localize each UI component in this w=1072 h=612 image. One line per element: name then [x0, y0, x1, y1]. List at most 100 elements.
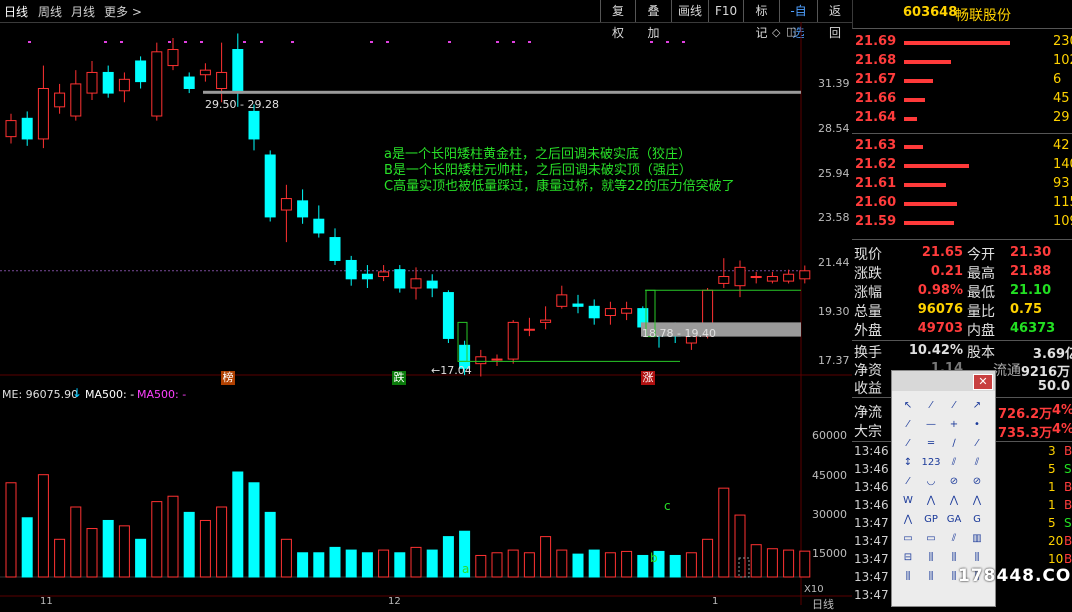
volume-bar — [37, 474, 49, 578]
volume-bar — [540, 536, 552, 578]
ask-row[interactable]: 21.67 6 — [852, 72, 1072, 91]
kline-chart[interactable] — [0, 22, 852, 605]
overlay-button[interactable]: 叠加 — [635, 0, 671, 40]
drawing-tool-button[interactable]: ⁄ — [898, 435, 918, 453]
ask-volume: 45 — [1053, 91, 1070, 106]
bid-price: 21.59 — [855, 214, 897, 229]
bid-row[interactable]: 21.59 109 — [852, 214, 1072, 233]
volume-bar — [604, 552, 616, 578]
drawing-tool-button[interactable]: ⫼ — [944, 549, 964, 567]
drawing-tool-button[interactable]: ↖ — [898, 397, 918, 415]
drawing-tool-button[interactable]: ↕ — [898, 454, 918, 472]
period-tab-week[interactable]: 周线 — [38, 3, 62, 20]
mark-button[interactable]: 标记 — [743, 0, 779, 40]
drawing-tool-button[interactable]: ═ — [921, 435, 941, 453]
price-tick-label: 21.44 — [818, 256, 850, 269]
marker-dot — [260, 41, 263, 43]
close-icon[interactable]: ✕ — [973, 374, 993, 390]
volume-bar — [297, 552, 309, 578]
earnings-label: 收益 — [854, 381, 882, 397]
period-tab-day[interactable]: 日线 — [4, 3, 28, 20]
drawing-tool-button[interactable]: + — [944, 416, 964, 434]
bid-row[interactable]: 21.62 140 — [852, 157, 1072, 176]
drawing-tool-button[interactable]: ⫼ — [967, 549, 987, 567]
drawing-tool-button[interactable]: ▭ — [921, 530, 941, 548]
open-value: 21.30 — [1010, 245, 1052, 260]
ask-row[interactable]: 21.68 102 — [852, 53, 1072, 72]
tick-side: B — [1064, 480, 1072, 494]
drawing-tool-button[interactable]: ⋀ — [898, 511, 918, 529]
f10-button[interactable]: F10 — [708, 0, 743, 22]
ask-row[interactable]: 21.64 29 — [852, 110, 1072, 129]
drawing-tool-button[interactable]: ⁄ — [898, 416, 918, 434]
bid-row[interactable]: 21.60 115 — [852, 195, 1072, 214]
candle-body — [135, 60, 147, 83]
volume-tick-label: 15000 — [812, 547, 847, 560]
volume-bar — [378, 549, 390, 578]
drawing-tool-button[interactable]: W — [898, 492, 918, 510]
adjust-button[interactable]: 复权 — [600, 0, 635, 40]
drawing-tool-button[interactable]: ⊘ — [944, 473, 964, 491]
draw-line-button[interactable]: 画线 — [671, 0, 708, 22]
bid-price: 21.63 — [855, 138, 897, 153]
net-flow-pct: 4% — [1052, 403, 1072, 418]
marker-dot — [291, 41, 294, 43]
drawing-tool-button[interactable]: ↗ — [967, 397, 987, 415]
ask-row[interactable]: 21.69 230 — [852, 34, 1072, 53]
block-trade-pct: 4% — [1052, 422, 1072, 437]
drawing-tool-button[interactable]: ∕ — [944, 435, 964, 453]
drawing-tool-button[interactable]: ⫽ — [944, 454, 964, 472]
window-toggle-icon[interactable]: ◫ — [786, 25, 796, 38]
pct-value: 0.98% — [917, 283, 963, 298]
bid-row[interactable]: 21.61 93 — [852, 176, 1072, 195]
volume-bar — [280, 538, 292, 578]
ask-volume-bar — [904, 79, 933, 83]
volume-bar — [151, 501, 163, 578]
drawing-tool-button[interactable]: GP — [921, 511, 941, 529]
drawing-tool-button[interactable]: ⁄ — [921, 397, 941, 415]
drawing-tool-button[interactable]: — — [921, 416, 941, 434]
period-tab-more[interactable]: 更多 > — [104, 3, 142, 20]
ma500-legend-b: MA500: - — [137, 388, 187, 401]
drawing-tool-button[interactable]: • — [967, 416, 987, 434]
tick-volume: 10 — [1048, 552, 1064, 566]
drawing-tool-button[interactable]: ⊘ — [967, 473, 987, 491]
drawing-tool-button[interactable]: ◡ — [921, 473, 941, 491]
volume-bar — [702, 538, 714, 578]
drawing-tool-button[interactable]: ⫼ — [898, 568, 918, 586]
mark-badge-rise[interactable]: 涨 — [641, 371, 655, 385]
drawing-tool-button[interactable]: ⁄ — [967, 435, 987, 453]
candle-body — [766, 276, 778, 282]
candle-body — [86, 71, 98, 94]
drawing-tool-button[interactable]: ▭ — [898, 530, 918, 548]
drawing-tool-button[interactable]: ▥ — [967, 530, 987, 548]
mark-badge-fall[interactable]: 跌 — [392, 371, 406, 385]
drawing-tool-button[interactable]: 123 — [921, 454, 941, 472]
bid-row[interactable]: 21.63 42 — [852, 138, 1072, 157]
drawing-tool-button[interactable]: ⊟ — [898, 549, 918, 567]
drawing-tool-button[interactable]: ⁄ — [898, 473, 918, 491]
block-trade-value: 735.3万 — [998, 426, 1053, 441]
drawing-tool-button[interactable]: ⁄ — [944, 397, 964, 415]
drawing-tool-button[interactable]: G — [967, 511, 987, 529]
period-label: 日线 — [812, 598, 834, 611]
drawing-tool-button[interactable]: ⫽ — [944, 530, 964, 548]
period-tab-month[interactable]: 月线 — [71, 3, 95, 20]
marker-dot — [448, 41, 451, 43]
drawing-tool-button[interactable]: ⋀ — [921, 492, 941, 510]
candle-body — [199, 69, 211, 76]
drawing-tool-button[interactable]: GA — [944, 511, 964, 529]
drawing-tool-button[interactable]: ⫽ — [967, 454, 987, 472]
drawing-tool-button[interactable]: ⋀ — [967, 492, 987, 510]
ask-row[interactable]: 21.66 45 — [852, 91, 1072, 110]
diamond-icon[interactable]: ◇ — [772, 26, 780, 39]
drawing-tool-button[interactable]: ⫼ — [921, 549, 941, 567]
volume-bar — [345, 549, 357, 578]
volume-bar — [491, 552, 503, 578]
drawing-tool-button[interactable]: ⋀ — [944, 492, 964, 510]
drawing-tool-button[interactable]: ⫼ — [921, 568, 941, 586]
back-button[interactable]: 返回 — [817, 0, 852, 40]
remove-watchlist-button[interactable]: -自选 — [779, 0, 817, 40]
price-tick-label: 19.30 — [818, 305, 850, 318]
mark-badge-bang[interactable]: 榜 — [221, 371, 235, 385]
